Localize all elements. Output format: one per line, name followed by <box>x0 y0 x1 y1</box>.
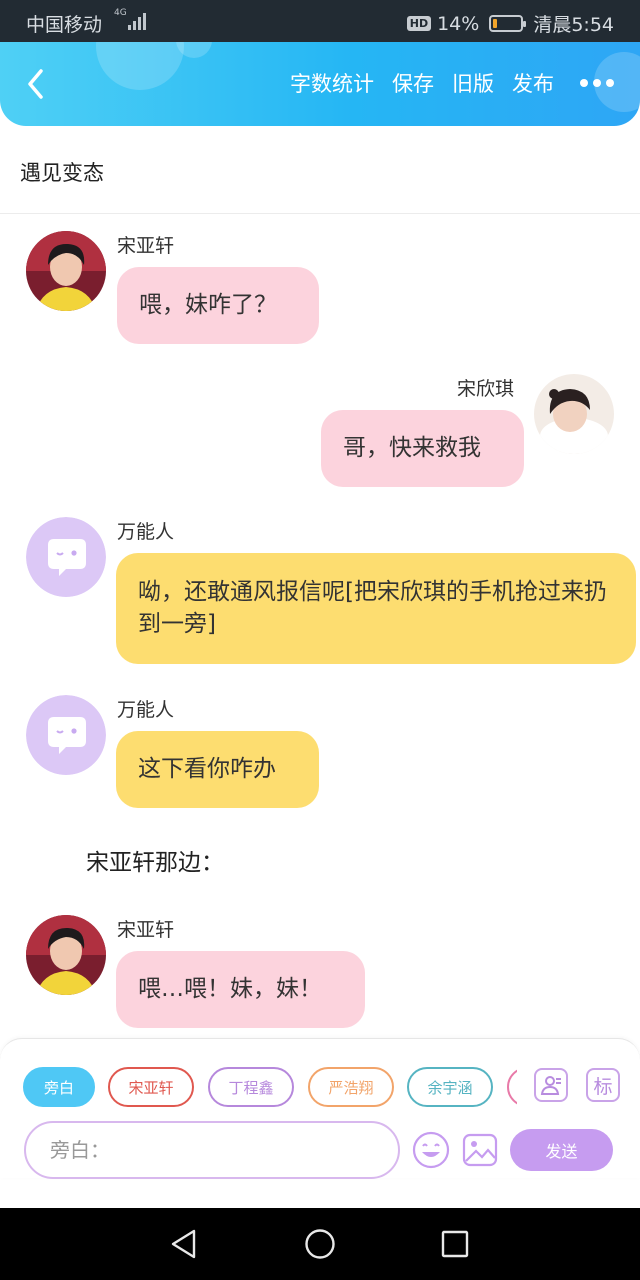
message-bubble[interactable]: 这下看你咋办 <box>116 731 319 808</box>
hd-icon: HD <box>406 16 432 31</box>
add-contact-icon[interactable] <box>534 1068 568 1102</box>
composer-panel: 旁白 宋亚轩 丁程鑫 严浩翔 余宇涵 标 发送 <box>0 1038 640 1179</box>
more-dots-icon[interactable] <box>580 79 614 87</box>
decor-bubble <box>96 42 184 90</box>
avatar-wanneng[interactable] <box>26 517 106 597</box>
chat-bubble-icon <box>26 517 106 597</box>
publish-button[interactable]: 发布 <box>512 68 554 98</box>
tag-button[interactable]: 标 <box>586 1068 620 1102</box>
speaker-name: 万能人 <box>117 521 175 543</box>
carrier-label: 中国移动 <box>26 14 103 36</box>
message-bubble[interactable]: 喂，妹咋了？ <box>117 267 319 344</box>
avatar-song-yaxuan[interactable] <box>26 915 106 995</box>
network-type: 4G <box>114 8 127 18</box>
role-chip-narrator[interactable]: 旁白 <box>23 1067 95 1107</box>
role-chip-yu-yuhan[interactable]: 余宇涵 <box>407 1067 493 1107</box>
dialogue-input[interactable] <box>24 1121 400 1179</box>
divider <box>0 213 640 214</box>
avatar-song-yaxuan[interactable] <box>26 231 106 311</box>
speaker-name: 万能人 <box>117 699 175 721</box>
speaker-name: 宋亚轩 <box>117 235 175 257</box>
message-bubble[interactable]: 呦，还敢通风报信呢[把宋欣琪的手机抢过来扔到一旁] <box>116 553 636 664</box>
emoji-icon[interactable] <box>412 1131 450 1169</box>
message-bubble[interactable]: 喂…喂！妹，妹！ <box>116 951 365 1028</box>
send-button[interactable]: 发送 <box>510 1129 613 1171</box>
status-bar: 中国移动 4G HD 14% 清晨5:54 <box>0 0 640 42</box>
home-icon[interactable] <box>304 1228 336 1260</box>
word-count-button[interactable]: 字数统计 <box>290 68 374 98</box>
recents-icon[interactable] <box>441 1230 469 1258</box>
avatar-song-xinqi[interactable] <box>534 374 614 454</box>
signal-icon <box>126 12 146 30</box>
top-toolbar: 字数统计 保存 旧版 发布 <box>0 42 640 126</box>
clock: 清晨5:54 <box>533 14 614 36</box>
system-nav-bar <box>0 1208 640 1280</box>
old-version-button[interactable]: 旧版 <box>452 68 494 98</box>
avatar-wanneng[interactable] <box>26 695 106 775</box>
role-chip-partial[interactable] <box>507 1067 517 1107</box>
speaker-name: 宋亚轩 <box>117 919 175 941</box>
message-bubble[interactable]: 哥，快来救我 <box>321 410 524 487</box>
role-chip-song-yaxuan[interactable]: 宋亚轩 <box>108 1067 194 1107</box>
narration-text[interactable]: 宋亚轩那边： <box>86 843 224 877</box>
story-title[interactable]: 遇见变态 <box>20 157 104 187</box>
role-chip-ding-chengxin[interactable]: 丁程鑫 <box>208 1067 294 1107</box>
role-chip-yan-haoxiang[interactable]: 严浩翔 <box>308 1067 394 1107</box>
image-icon[interactable] <box>462 1132 498 1168</box>
speaker-name: 宋欣琪 <box>457 378 515 400</box>
battery-icon <box>489 15 527 32</box>
save-button[interactable]: 保存 <box>392 68 434 98</box>
back-button[interactable] <box>18 62 54 106</box>
battery-percent: 14% <box>437 12 480 35</box>
back-icon[interactable] <box>170 1228 198 1260</box>
chevron-left-icon <box>28 69 43 99</box>
chat-bubble-icon <box>26 695 106 775</box>
